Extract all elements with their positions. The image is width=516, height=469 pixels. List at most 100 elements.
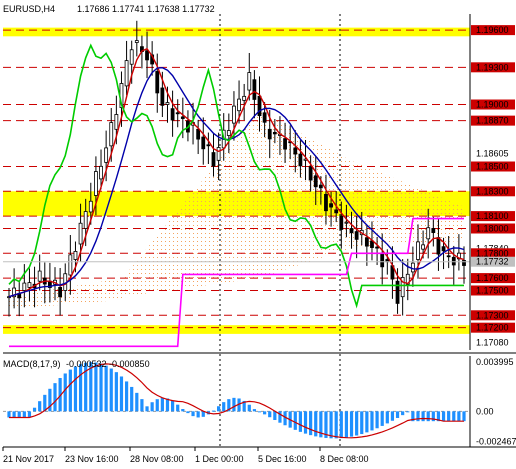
ohlc-values: 1.17686 1.17741 1.17638 1.17732 — [77, 4, 215, 14]
candle-body — [99, 165, 103, 180]
macd-histogram-bar — [222, 402, 226, 412]
price-axis-label: 1.18500 — [476, 162, 509, 172]
macd-histogram-bar — [165, 398, 170, 412]
candle-body — [426, 227, 431, 240]
candle-body — [237, 98, 241, 112]
macd-histogram-bar — [114, 372, 118, 412]
candle-body — [410, 262, 415, 273]
macd-histogram-bar — [104, 365, 108, 412]
candle-body — [375, 246, 379, 249]
candle-body — [339, 215, 344, 230]
candle-body — [68, 254, 73, 276]
macd-histogram-bar — [457, 411, 461, 422]
time-axis-label: 8 Dec 08:00 — [320, 454, 369, 464]
candle-body — [242, 95, 247, 101]
macd-histogram-bar — [247, 404, 251, 412]
macd-histogram-bar — [375, 411, 379, 429]
candle-body — [165, 102, 170, 105]
macd-histogram-bar — [63, 373, 67, 412]
price-axis-label: 1.19600 — [476, 25, 509, 35]
price-axis-label: 1.18605 — [476, 148, 509, 158]
candle-body — [313, 175, 318, 188]
macd-axis-label: -0.002467 — [476, 437, 516, 447]
macd-histogram-bar — [94, 362, 98, 412]
macd-histogram-bar — [385, 411, 389, 424]
candle-body — [201, 136, 206, 150]
macd-histogram-bar — [268, 411, 272, 418]
candle-body — [451, 256, 456, 266]
candle-body — [262, 112, 267, 123]
macd-histogram-bar — [416, 411, 420, 422]
candle-body — [94, 171, 98, 196]
macd-histogram-bar — [421, 411, 425, 422]
macd-histogram-bar — [298, 411, 303, 432]
candle-body — [155, 71, 160, 94]
macd-values: -0.000532 -0.000850 — [66, 359, 150, 369]
macd-histogram-bar — [263, 411, 267, 415]
candle-body — [124, 60, 129, 87]
support-resistance-zone — [3, 27, 470, 37]
macd-histogram-bar — [130, 386, 134, 412]
macd-histogram-bar — [150, 402, 154, 412]
candle-body — [334, 209, 339, 214]
macd-histogram-bar — [176, 404, 180, 412]
macd-histogram-bar — [38, 401, 42, 412]
macd-histogram-bar — [344, 411, 349, 438]
macd-histogram-bar — [7, 411, 11, 418]
macd-histogram-bar — [196, 411, 200, 418]
macd-histogram-bar — [447, 411, 451, 422]
candle-body — [160, 87, 165, 106]
macd-histogram-bar — [170, 400, 175, 412]
time-axis-label: 5 Dec 16:00 — [258, 454, 307, 464]
candle-body — [247, 72, 252, 91]
time-axis-label: 21 Nov 2017 — [3, 454, 54, 464]
macd-histogram-bar — [89, 362, 93, 412]
macd-histogram-bar — [99, 363, 103, 412]
candle-body — [83, 211, 88, 229]
macd-histogram-bar — [252, 409, 256, 412]
macd-histogram-bar — [124, 381, 129, 412]
candle-body — [206, 144, 211, 147]
macd-histogram-bar — [339, 411, 343, 439]
candle-body — [88, 200, 93, 213]
macd-histogram-bar — [119, 376, 124, 412]
candle-body — [109, 122, 114, 147]
candle-body — [441, 246, 446, 252]
candle-body — [58, 286, 63, 298]
candle-body — [27, 282, 32, 288]
candle-body — [349, 228, 354, 234]
macd-histogram-bar — [17, 411, 21, 418]
price-axis-label: 1.17500 — [476, 285, 509, 295]
macd-histogram-bar — [395, 411, 400, 418]
candle-body — [318, 184, 323, 189]
candle-body — [129, 49, 134, 65]
candle-body — [114, 114, 119, 130]
macd-histogram-bar — [145, 406, 149, 412]
candle-body — [354, 231, 359, 240]
candle-body — [216, 147, 221, 161]
price-axis-label: 1.18100 — [476, 211, 509, 221]
candle-body — [22, 282, 27, 291]
candle-body — [462, 260, 466, 266]
candle-body — [226, 130, 231, 136]
macd-histogram-bar — [370, 411, 374, 431]
candle-body — [431, 228, 436, 233]
candle-body — [380, 252, 385, 268]
candle-body — [421, 244, 426, 250]
macd-histogram-bar — [273, 411, 277, 421]
macd-histogram-bar — [78, 364, 83, 412]
price-axis-label: 1.19000 — [476, 100, 509, 110]
time-axis-label: 23 Nov 16:00 — [65, 454, 119, 464]
support-resistance-zone — [3, 325, 470, 334]
candle-body — [272, 132, 277, 135]
trading-chart[interactable]: 1.19600 1.19300 1.19000 1.18870 1.18605 1.185… — [0, 0, 516, 469]
macd-histogram-bar — [401, 411, 405, 416]
price-axis-label: 1.18000 — [476, 223, 509, 233]
macd-histogram-bar — [68, 369, 72, 412]
macd-histogram-bar — [257, 411, 262, 413]
macd-histogram-bar — [426, 411, 430, 422]
time-axis-label: 28 Nov 08:00 — [130, 454, 184, 464]
macd-histogram-bar — [380, 411, 384, 426]
macd-histogram-bar — [365, 411, 369, 433]
time-axis-label: 1 Dec 00:00 — [195, 454, 244, 464]
